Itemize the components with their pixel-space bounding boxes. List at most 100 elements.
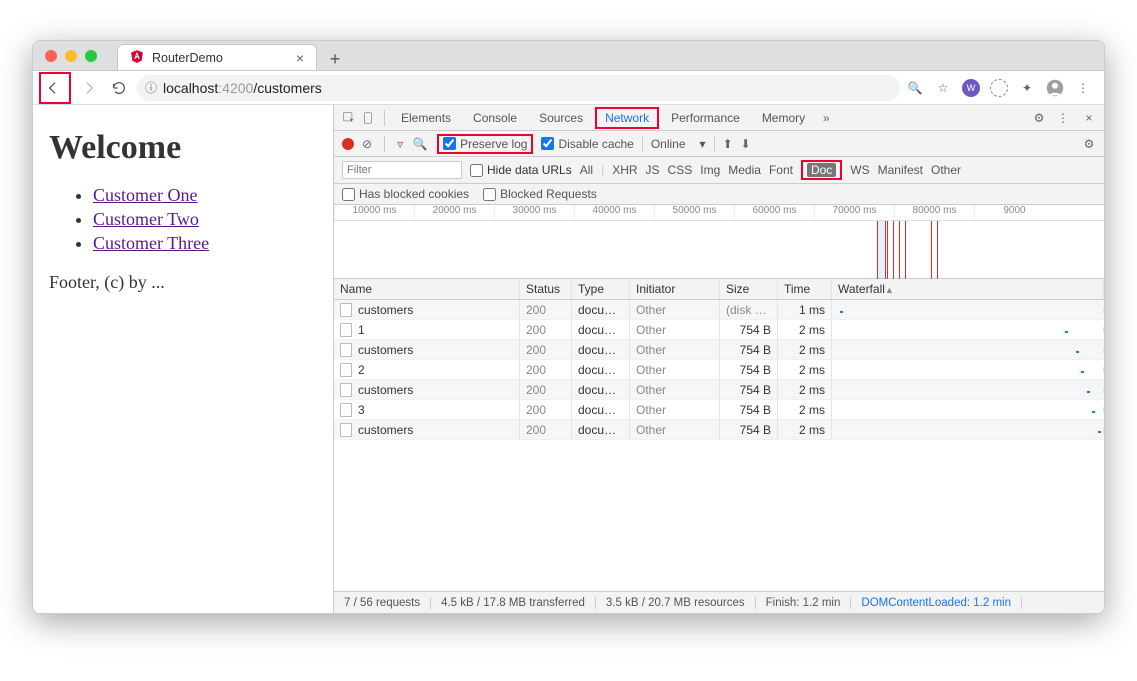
resource-type-filters: All | XHR JS CSS Img Media Font Doc WS M… (580, 160, 961, 180)
tab-performance[interactable]: Performance (661, 107, 750, 129)
minimize-window[interactable] (65, 50, 77, 62)
filter-other[interactable]: Other (931, 163, 961, 177)
request-size: 754 B (720, 400, 778, 420)
filter-js[interactable]: JS (646, 163, 660, 177)
timeline-tick: 9000 (974, 205, 1054, 220)
tab-title: RouterDemo (152, 51, 223, 65)
settings-icon[interactable]: ⚙ (1032, 111, 1046, 125)
tab-network[interactable]: Network (595, 107, 659, 129)
extensions-icon[interactable]: ✦ (1018, 79, 1036, 97)
col-status[interactable]: Status (520, 279, 572, 299)
filter-icon[interactable]: ▿ (397, 137, 403, 151)
blocked-requests-checkbox[interactable]: Blocked Requests (483, 187, 597, 201)
extension-icon[interactable] (990, 79, 1008, 97)
col-initiator[interactable]: Initiator (630, 279, 720, 299)
table-row[interactable]: customers 200 docu… Other 754 B 2 ms (334, 420, 1104, 440)
filter-img[interactable]: Img (700, 163, 720, 177)
table-header: Name Status Type Initiator Size Time Wat… (334, 279, 1104, 300)
col-waterfall[interactable]: Waterfall▲ (832, 279, 1104, 299)
timeline-tick: 70000 ms (814, 205, 894, 220)
document-icon (340, 323, 352, 337)
request-waterfall (832, 327, 1104, 333)
preserve-log-checkbox[interactable]: Preserve log (443, 137, 527, 151)
download-icon[interactable]: ⬇ (741, 137, 751, 151)
hide-data-urls-checkbox[interactable]: Hide data URLs (470, 163, 572, 177)
throttle-select[interactable]: Online▾ (642, 137, 715, 151)
new-tab-button[interactable]: + (323, 49, 347, 70)
filter-doc[interactable]: Doc (807, 163, 836, 177)
request-size: 754 B (720, 340, 778, 360)
request-time: 2 ms (778, 400, 832, 420)
table-row[interactable]: customers 200 docu… Other 754 B 2 ms (334, 380, 1104, 400)
forward-button[interactable] (77, 76, 101, 100)
filter-manifest[interactable]: Manifest (878, 163, 923, 177)
request-initiator: Other (630, 380, 720, 400)
page-content: Welcome Customer One Customer Two Custom… (33, 105, 333, 613)
table-row[interactable]: 3 200 docu… Other 754 B 2 ms (334, 400, 1104, 420)
customer-link[interactable]: Customer Two (93, 209, 199, 229)
close-tab-icon[interactable]: × (296, 50, 304, 66)
blocked-cookies-checkbox[interactable]: Has blocked cookies (342, 187, 469, 201)
record-button[interactable] (342, 138, 354, 150)
table-row[interactable]: 2 200 docu… Other 754 B 2 ms (334, 360, 1104, 380)
request-waterfall (832, 387, 1104, 393)
search-icon[interactable]: 🔍 (411, 135, 429, 153)
clear-button[interactable]: ⊘ (362, 137, 372, 151)
tab-memory[interactable]: Memory (752, 107, 815, 129)
chevron-down-icon: ▾ (700, 137, 706, 151)
profile-icon[interactable] (1046, 79, 1064, 97)
device-icon[interactable] (360, 109, 378, 127)
table-row[interactable]: 1 200 docu… Other 754 B 2 ms (334, 320, 1104, 340)
close-window[interactable] (45, 50, 57, 62)
filter-css[interactable]: CSS (668, 163, 693, 177)
request-time: 2 ms (778, 340, 832, 360)
disable-cache-checkbox[interactable]: Disable cache (541, 137, 633, 151)
request-time: 2 ms (778, 380, 832, 400)
request-initiator: Other (630, 400, 720, 420)
inspect-icon[interactable] (340, 109, 358, 127)
col-name[interactable]: Name (334, 279, 520, 299)
table-row[interactable]: customers 200 docu… Other 754 B 2 ms (334, 340, 1104, 360)
browser-tab[interactable]: RouterDemo × (117, 44, 317, 70)
filter-ws[interactable]: WS (850, 163, 869, 177)
customer-link[interactable]: Customer One (93, 185, 197, 205)
tab-elements[interactable]: Elements (391, 107, 461, 129)
table-row[interactable]: customers 200 docu… Other (disk c… 1 ms (334, 300, 1104, 320)
col-type[interactable]: Type (572, 279, 630, 299)
extension-badge[interactable]: W (962, 79, 980, 97)
close-devtools-icon[interactable]: × (1080, 109, 1098, 127)
document-icon (340, 423, 352, 437)
reload-button[interactable] (107, 76, 131, 100)
site-info-icon[interactable]: ⓘ (145, 79, 157, 96)
filter-input[interactable] (342, 161, 462, 179)
customer-link[interactable]: Customer Three (93, 233, 209, 253)
back-button[interactable] (41, 76, 65, 100)
dock-menu-icon[interactable]: ⋮ (1054, 109, 1072, 127)
request-size: (disk c… (720, 300, 778, 320)
filter-xhr[interactable]: XHR (612, 163, 637, 177)
maximize-window[interactable] (85, 50, 97, 62)
request-initiator: Other (630, 420, 720, 440)
timeline-tick: 60000 ms (734, 205, 814, 220)
filter-all[interactable]: All (580, 163, 593, 177)
document-icon (340, 383, 352, 397)
filter-media[interactable]: Media (728, 163, 761, 177)
menu-icon[interactable]: ⋮ (1074, 79, 1092, 97)
filter-font[interactable]: Font (769, 163, 793, 177)
zoom-icon[interactable]: 🔍 (906, 79, 924, 97)
timeline-tick: 20000 ms (414, 205, 494, 220)
bookmark-icon[interactable]: ☆ (934, 79, 952, 97)
tab-sources[interactable]: Sources (529, 107, 593, 129)
document-icon (340, 343, 352, 357)
status-resources: 3.5 kB / 20.7 MB resources (596, 597, 756, 609)
more-tabs-icon[interactable]: » (817, 109, 835, 127)
col-time[interactable]: Time (778, 279, 832, 299)
col-size[interactable]: Size (720, 279, 778, 299)
tab-console[interactable]: Console (463, 107, 527, 129)
upload-icon[interactable]: ⬆ (723, 137, 733, 151)
timeline[interactable]: 10000 ms20000 ms30000 ms40000 ms50000 ms… (334, 205, 1104, 279)
address-bar[interactable]: ⓘ localhost:4200/customers (137, 75, 900, 101)
toolbar-right: 🔍 ☆ W ✦ ⋮ (906, 79, 1098, 97)
network-settings-icon[interactable]: ⚙ (1082, 137, 1096, 151)
angular-icon (130, 49, 144, 66)
